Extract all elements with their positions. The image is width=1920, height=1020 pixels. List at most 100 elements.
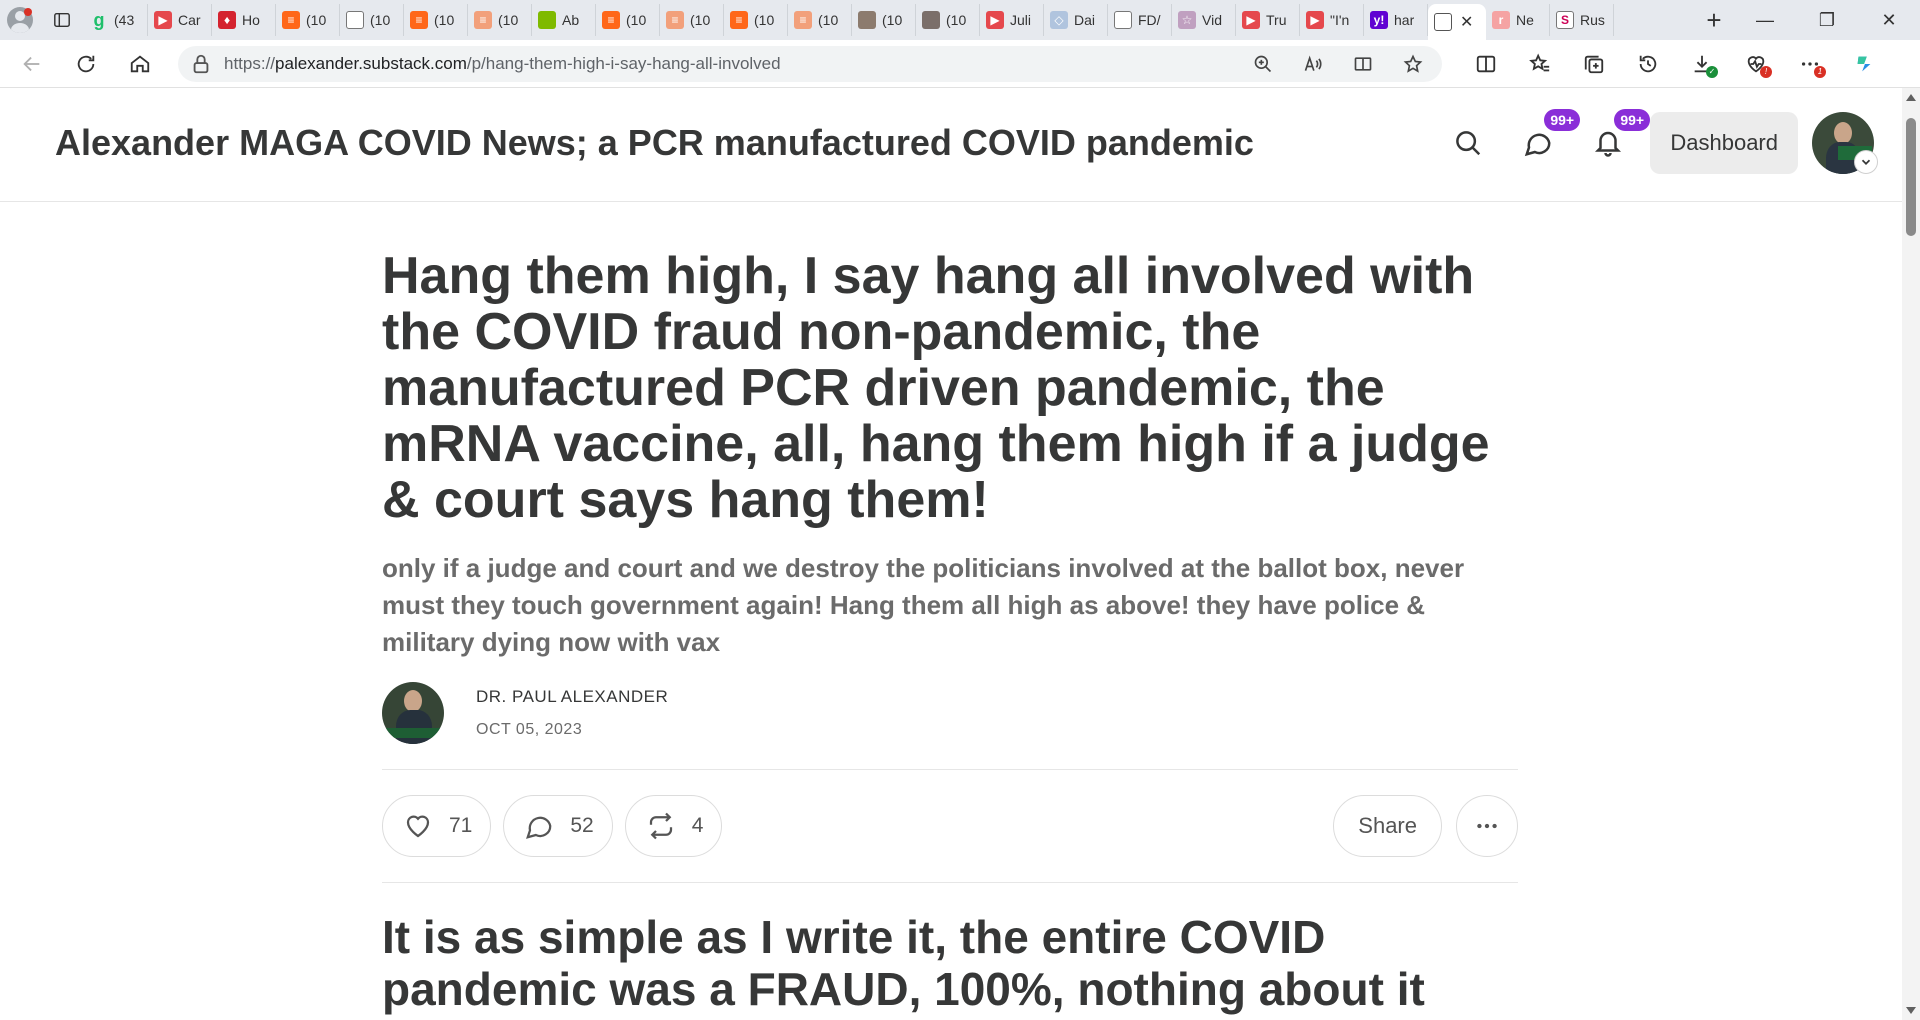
like-button[interactable]: 71 <box>382 795 492 857</box>
url-path: /p/hang-them-high-i-say-hang-all-involve… <box>466 53 781 73</box>
scroll-down-arrow-icon[interactable] <box>1906 1007 1916 1014</box>
browser-tab[interactable]: ☆ Vid <box>1172 4 1236 36</box>
restore-button[interactable]: ❐ <box>1796 0 1858 40</box>
refresh-button[interactable] <box>64 42 108 86</box>
browser-tab[interactable]: g (43 <box>84 4 148 36</box>
active-browser-tab[interactable]: ✕ <box>1428 4 1486 40</box>
post-title: Hang them high, I say hang all involved … <box>382 247 1490 529</box>
tab-favicon-icon: ≡ <box>602 11 620 29</box>
browser-tab[interactable]: ≡ (10 <box>788 4 852 36</box>
settings-badge: 1 <box>1814 65 1826 78</box>
browser-tab[interactable]: y! har <box>1364 4 1428 36</box>
tab-actions-icon[interactable] <box>40 0 84 40</box>
post-article: Hang them high, I say hang all involved … <box>382 248 1518 1015</box>
url-scheme: https:// <box>224 53 276 73</box>
browser-essentials-icon[interactable]: ! <box>1734 42 1778 86</box>
minimize-button[interactable]: — <box>1734 0 1796 40</box>
browser-tab[interactable]: Ab <box>532 4 596 36</box>
tab-favicon-icon <box>538 11 556 29</box>
browser-tab[interactable]: ≡ (10 <box>724 4 788 36</box>
tab-favicon-icon: ≡ <box>730 11 748 29</box>
comment-icon <box>526 816 552 839</box>
split-screen-icon[interactable] <box>1464 42 1508 86</box>
tab-title: (10 <box>946 12 967 28</box>
share-button[interactable]: Share <box>1333 795 1442 857</box>
favorite-star-icon[interactable] <box>1396 47 1430 81</box>
dashboard-button[interactable]: Dashboard <box>1650 112 1798 174</box>
copilot-icon[interactable] <box>1842 42 1886 86</box>
browser-tab[interactable]: ▶ Car <box>148 4 212 36</box>
home-button[interactable] <box>118 42 162 86</box>
bell-icon <box>1595 131 1622 157</box>
collections-icon[interactable] <box>1572 42 1616 86</box>
downloads-icon[interactable]: ✓ <box>1680 42 1724 86</box>
browser-tab[interactable]: ≡ (10 <box>404 4 468 36</box>
browser-tab[interactable]: S Rus <box>1550 4 1614 36</box>
back-button[interactable] <box>10 42 54 86</box>
browser-tab[interactable]: ≡ (10 <box>660 4 724 36</box>
comment-button[interactable]: 52 <box>503 795 613 857</box>
more-options-button[interactable] <box>1456 795 1518 857</box>
profile-button[interactable] <box>0 0 40 40</box>
browser-tab[interactable]: r Ne <box>1486 4 1550 36</box>
close-window-button[interactable]: ✕ <box>1858 0 1920 40</box>
tab-favicon-icon: ☆ <box>1178 11 1196 29</box>
browser-tab[interactable]: (10 <box>340 4 404 36</box>
tab-title: Tru <box>1266 12 1287 28</box>
lock-icon[interactable] <box>190 53 212 75</box>
notification-count-badge: 99+ <box>1614 109 1651 131</box>
settings-more-icon[interactable]: 1 <box>1788 42 1832 86</box>
browser-tab[interactable]: (10 <box>852 4 916 36</box>
chat-button[interactable]: 99+ <box>1510 109 1581 171</box>
address-bar[interactable]: https://palexander.substack.com/p/hang-t… <box>178 45 1442 82</box>
browser-tab[interactable]: ≡ (10 <box>468 4 532 36</box>
notifications-button[interactable]: 99+ <box>1580 109 1651 171</box>
close-tab-icon[interactable]: ✕ <box>1460 12 1473 32</box>
tab-favicon-icon <box>858 11 876 29</box>
read-aloud-icon[interactable] <box>1296 47 1330 81</box>
profile-notification-dot <box>24 8 32 16</box>
search-button[interactable] <box>1440 115 1496 171</box>
heart-icon <box>406 815 430 838</box>
tab-title: (10 <box>626 12 647 28</box>
page-scrollbar[interactable] <box>1902 88 1920 1020</box>
browser-tab[interactable]: (10 <box>916 4 980 36</box>
author-avatar[interactable] <box>382 682 444 744</box>
browser-tab[interactable]: ♦ Ho <box>212 4 276 36</box>
browser-tab[interactable]: ≡ (10 <box>596 4 660 36</box>
browser-toolbar: https://palexander.substack.com/p/hang-t… <box>0 40 1920 88</box>
history-icon[interactable] <box>1626 42 1670 86</box>
tab-title: (43 <box>114 12 135 28</box>
restack-button[interactable]: 4 <box>624 795 723 857</box>
browser-tab[interactable]: ▶ "I'n <box>1300 4 1364 36</box>
immersive-reader-icon[interactable] <box>1346 47 1380 81</box>
tab-favicon-icon: ▶ <box>1242 11 1260 29</box>
account-menu[interactable] <box>1812 112 1878 174</box>
url-text[interactable]: https://palexander.substack.com/p/hang-t… <box>224 54 1246 74</box>
browser-tab[interactable]: ▶ Juli <box>980 4 1044 36</box>
post-byline: DR. PAUL ALEXANDER OCT 05, 2023 <box>382 681 1518 745</box>
tab-favicon-icon: r <box>1492 11 1510 29</box>
browser-tab[interactable]: ◇ Dai <box>1044 4 1108 36</box>
tab-favicon-icon: ≡ <box>410 11 428 29</box>
author-name[interactable]: DR. PAUL ALEXANDER <box>476 687 668 707</box>
chevron-down-icon[interactable] <box>1854 150 1878 174</box>
publication-title[interactable]: Alexander MAGA COVID News; a PCR manufac… <box>55 122 1254 164</box>
favorites-icon[interactable] <box>1518 42 1562 86</box>
browser-tab[interactable]: ▶ Tru <box>1236 4 1300 36</box>
ellipsis-icon <box>1477 823 1497 829</box>
chat-count-badge: 99+ <box>1544 109 1581 131</box>
tab-favicon-icon: ▶ <box>986 11 1004 29</box>
scroll-up-arrow-icon[interactable] <box>1906 94 1916 101</box>
scrollbar-thumb[interactable] <box>1906 118 1916 236</box>
browser-tab[interactable]: FD/ <box>1108 4 1172 36</box>
tab-title: har <box>1394 12 1415 28</box>
zoom-icon[interactable] <box>1246 47 1280 81</box>
tab-favicon-icon: ≡ <box>794 11 812 29</box>
new-tab-button[interactable]: + <box>1694 0 1734 40</box>
browser-tab[interactable]: ≡ (10 <box>276 4 340 36</box>
tab-favicon-icon: ▶ <box>1306 11 1324 29</box>
tab-favicon-icon <box>1114 11 1132 29</box>
tab-title: (10 <box>754 12 775 28</box>
tab-title: Ab <box>562 12 580 28</box>
